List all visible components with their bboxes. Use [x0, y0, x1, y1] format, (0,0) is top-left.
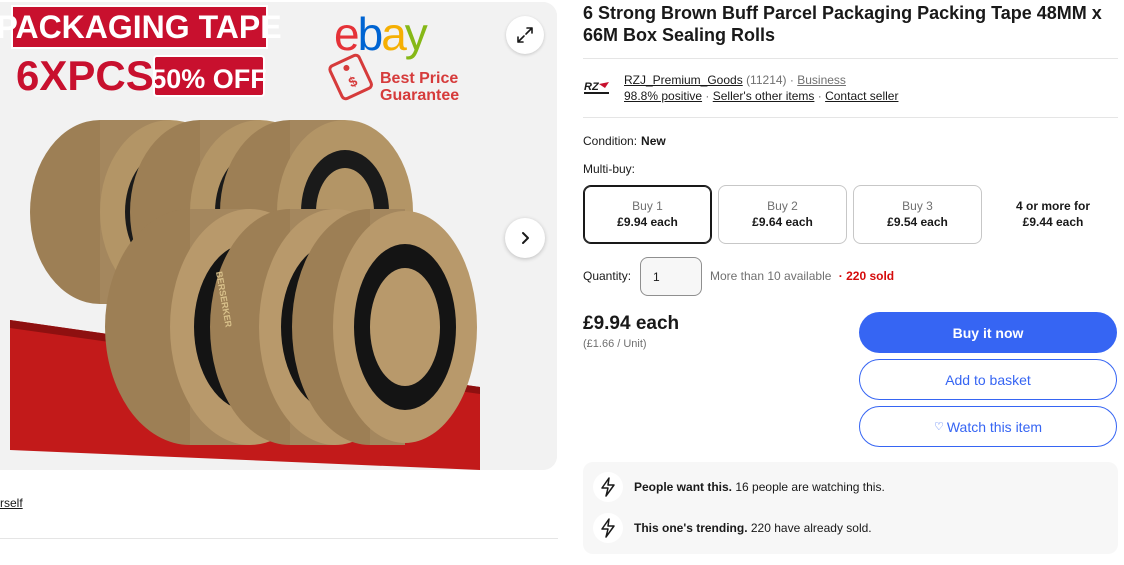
- multibuy-option-1[interactable]: Buy 1 £9.94 each: [583, 185, 712, 244]
- separator: ·: [817, 89, 822, 103]
- signal-text: This one's trending. 220 have already so…: [634, 521, 872, 535]
- badge-line1: Best Price: [380, 70, 458, 87]
- separator: ·: [789, 73, 794, 87]
- multibuy-option-more[interactable]: 4 or more for £9.44 each: [988, 198, 1118, 230]
- condition-label: Condition:: [583, 134, 638, 148]
- unit-price: (£1.66 / Unit): [583, 338, 647, 350]
- quantity-availability: More than 10 available · 220 sold: [710, 269, 894, 283]
- heart-icon: ♡: [933, 421, 944, 433]
- signal-detail: 220 have already sold.: [750, 521, 872, 535]
- product-image[interactable]: PACKAGING TAPE 6XPCS 50% OFF ebay $ Best…: [0, 2, 557, 470]
- multibuy-price: £9.64 each: [752, 215, 813, 229]
- chevron-right-icon: [522, 232, 529, 244]
- feedback-count: (11214): [746, 73, 787, 87]
- multibuy-qty: Buy 2: [767, 199, 798, 213]
- banner-text: PACKAGING TAPE: [0, 9, 282, 45]
- seller-name-link[interactable]: RZJ_Premium_Goods: [624, 73, 743, 87]
- multibuy-qty: Buy 1: [632, 199, 663, 213]
- quantity-input[interactable]: [640, 257, 702, 296]
- seller-logo[interactable]: RZ: [583, 76, 611, 98]
- multibuy-label: Multi-buy:: [583, 162, 636, 176]
- buy-it-now-button[interactable]: Buy it now: [859, 312, 1117, 353]
- multibuy-option-3[interactable]: Buy 3 £9.54 each: [853, 185, 982, 244]
- discount-text: 50% OFF: [151, 64, 267, 94]
- divider: [583, 117, 1118, 118]
- condition-value: New: [641, 134, 666, 148]
- watch-item-button[interactable]: ♡ Watch this item: [859, 406, 1117, 447]
- available-text: More than 10 available: [710, 269, 832, 283]
- signal-trending: This one's trending. 220 have already so…: [593, 513, 872, 543]
- item-title: 6 Strong Brown Buff Parcel Packaging Pac…: [583, 3, 1102, 45]
- lightning-icon: [593, 472, 623, 502]
- expand-button[interactable]: [506, 16, 544, 54]
- separator: ·: [705, 89, 710, 103]
- item-price: £9.94 each: [583, 313, 680, 334]
- sold-text: 220 sold: [846, 269, 895, 283]
- badge-line2: Guarantee: [380, 87, 459, 104]
- next-image-button[interactable]: [505, 218, 545, 258]
- multibuy-option-2[interactable]: Buy 2 £9.64 each: [718, 185, 847, 244]
- multibuy-price: £9.44 each: [1022, 215, 1084, 229]
- image-gallery: PACKAGING TAPE 6XPCS 50% OFF ebay $ Best…: [0, 2, 557, 470]
- truncated-link[interactable]: rself: [0, 496, 23, 510]
- add-to-basket-button[interactable]: Add to basket: [859, 359, 1117, 400]
- quantity-label: Quantity:: [583, 269, 632, 283]
- count-text: 6XPCS: [16, 52, 154, 99]
- signal-detail: 16 people are watching this.: [735, 480, 885, 494]
- expand-icon: [517, 27, 533, 43]
- multibuy-qty: Buy 3: [902, 199, 933, 213]
- signal-bold: People want this.: [634, 480, 733, 494]
- multibuy-price: £9.94 each: [617, 215, 678, 229]
- signal-bold: This one's trending.: [634, 521, 748, 535]
- seller-info: RZJ_Premium_Goods (11214) · Business: [624, 72, 846, 88]
- contact-seller-link[interactable]: Contact seller: [825, 89, 898, 103]
- condition: Condition: New: [583, 134, 666, 148]
- signal-watching: People want this. 16 people are watching…: [593, 472, 885, 502]
- tape-roll-front-3: [292, 209, 477, 445]
- signal-text: People want this. 16 people are watching…: [634, 480, 885, 494]
- positive-feedback-link[interactable]: 98.8% positive: [624, 89, 702, 103]
- business-link[interactable]: Business: [797, 73, 846, 87]
- multibuy-qty: 4 or more for: [1015, 199, 1090, 213]
- sold-count: · 220 sold: [838, 269, 895, 283]
- seller-other-items-link[interactable]: Seller's other items: [713, 89, 815, 103]
- ebay-logo: ebay: [334, 8, 428, 60]
- multibuy-price: £9.54 each: [887, 215, 948, 229]
- divider: [583, 58, 1118, 59]
- urgency-signals: People want this. 16 people are watching…: [583, 462, 1118, 554]
- divider: [0, 538, 558, 539]
- svg-text:RZ: RZ: [584, 81, 600, 93]
- seller-links: 98.8% positive · Seller's other items · …: [624, 88, 898, 104]
- watch-label: Watch this item: [946, 418, 1043, 435]
- lightning-icon: [593, 513, 623, 543]
